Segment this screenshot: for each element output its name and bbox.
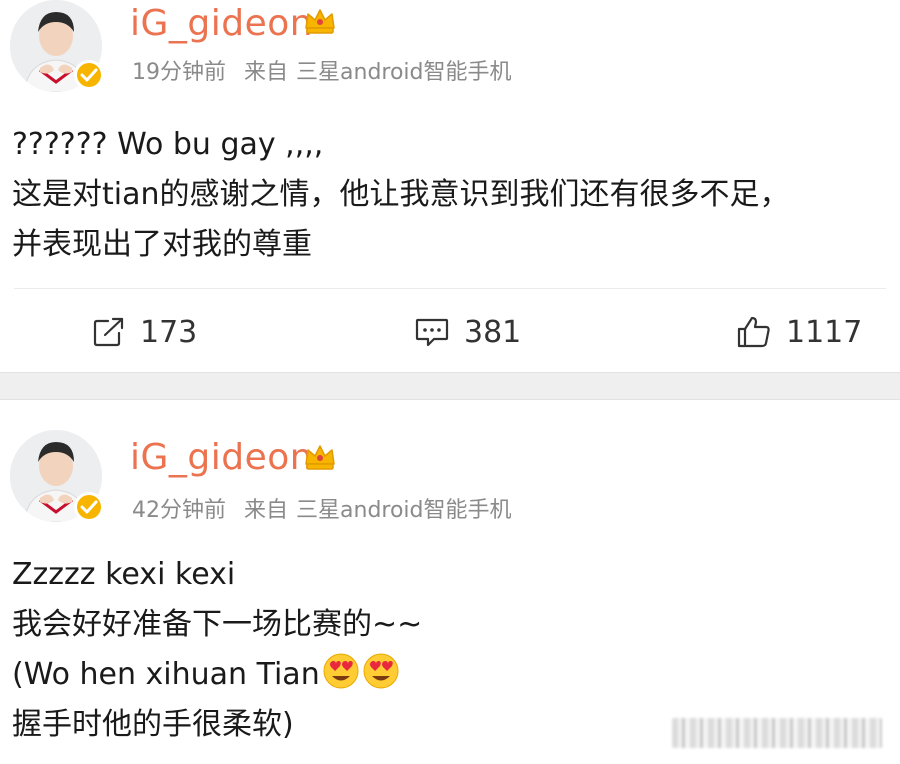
heart-eyes-emoji-icon [323, 653, 359, 689]
crown-icon[interactable] [303, 6, 337, 36]
post-text-line: ?????? Wo bu gay ,,,, [12, 127, 324, 162]
post-separator [0, 372, 900, 400]
like-button[interactable]: 1117 [736, 312, 862, 352]
repost-button[interactable]: 173 [92, 312, 197, 352]
actions-divider [14, 288, 886, 289]
post-text: ?????? Wo bu gay ,,,, 这是对tian的感谢之情，他让我意识… [12, 120, 888, 270]
post-text-line: Zzzzz kexi kexi [12, 557, 236, 592]
comment-count: 381 [464, 314, 522, 350]
post-time[interactable]: 19分钟前 [132, 60, 226, 85]
blurred-watermark [672, 718, 882, 748]
username-link[interactable]: iG_gideon [130, 440, 313, 476]
thumbs-up-icon [737, 316, 770, 348]
post-meta: 19分钟前 来自 三星android智能手机 [132, 62, 512, 84]
post-text-line: 我会好好准备下一场比赛的~~ [12, 607, 423, 642]
repost-icon [93, 317, 124, 347]
source-device[interactable]: 三星android智能手机 [296, 60, 512, 85]
repost-count: 173 [140, 314, 198, 350]
weibo-post: iG_gideon 42分钟前 来自 三星android智能手机 Zzzzz kex… [0, 400, 900, 764]
comment-button[interactable]: 381 [414, 312, 521, 352]
verified-badge-icon [74, 492, 104, 522]
heart-eyes-emoji-icon [363, 653, 399, 689]
source-label: 来自 [244, 498, 289, 523]
username-link[interactable]: iG_gideon [130, 6, 313, 42]
comment-icon [415, 318, 449, 347]
post-text-line-with-emoji: (Wo hen xihuan Tian [12, 650, 888, 700]
crown-icon[interactable] [303, 442, 337, 472]
post-text-line: 并表现出了对我的尊重 [12, 227, 312, 262]
verified-badge-icon [74, 60, 104, 90]
like-count: 1117 [786, 314, 863, 350]
post-time[interactable]: 42分钟前 [132, 498, 226, 523]
post-meta: 42分钟前 来自 三星android智能手机 [132, 500, 512, 522]
post-text-line: 这是对tian的感谢之情，他让我意识到我们还有很多不足， [12, 177, 790, 212]
source-device[interactable]: 三星android智能手机 [296, 498, 512, 523]
weibo-post: iG_gideon 19分钟前 来自 三星android智能手机 ?????? Wo… [0, 0, 900, 372]
source-label: 来自 [244, 60, 289, 85]
post-text-fragment: (Wo hen xihuan Tian [12, 657, 320, 692]
